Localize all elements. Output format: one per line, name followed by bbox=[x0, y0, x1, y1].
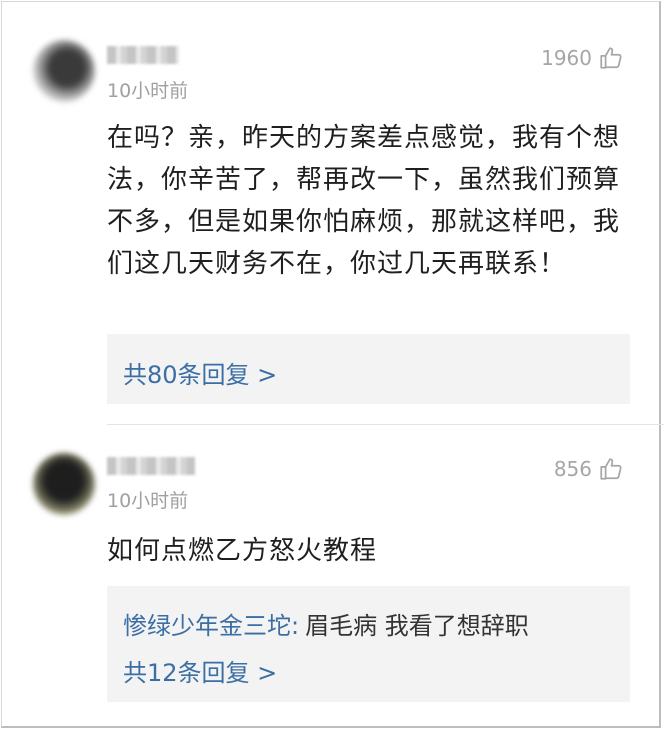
sub-reply-author[interactable]: 惨绿少年金三坨: bbox=[123, 612, 299, 640]
username-blurred[interactable] bbox=[107, 46, 179, 64]
like-count: 856 bbox=[553, 457, 592, 481]
view-replies-link[interactable]: 共12条回复 > bbox=[123, 653, 277, 688]
sub-reply-text: 眉毛病 我看了想辞职 bbox=[305, 612, 529, 640]
timestamp: 10小时前 bbox=[107, 490, 189, 512]
sub-reply[interactable]: 惨绿少年金三坨: 眉毛病 我看了想辞职 bbox=[123, 606, 529, 641]
comment-item: 10小时前 1960 在吗？亲，昨天的方案差点感觉，我有个想法，你辛苦了，帮再改… bbox=[0, 0, 664, 425]
comment-text: 如何点燃乙方怒火教程 bbox=[107, 536, 378, 566]
timestamp: 10小时前 bbox=[107, 80, 189, 102]
like-count: 1960 bbox=[541, 46, 592, 70]
thumbs-up-icon bbox=[600, 458, 622, 480]
avatar[interactable] bbox=[33, 40, 95, 102]
like-button[interactable]: 856 bbox=[554, 456, 624, 482]
username-blurred[interactable] bbox=[107, 457, 195, 475]
reply-box: 共80条回复 > bbox=[107, 334, 630, 404]
like-button[interactable]: 1960 bbox=[541, 45, 624, 71]
comment-text: 在吗？亲，昨天的方案差点感觉，我有个想法，你辛苦了，帮再改一下，虽然我们预算不多… bbox=[107, 123, 621, 279]
avatar[interactable] bbox=[33, 453, 95, 515]
reply-box: 惨绿少年金三坨: 眉毛病 我看了想辞职 共12条回复 > bbox=[107, 586, 630, 702]
thumbs-up-icon bbox=[600, 47, 622, 69]
comment-item: 10小时前 856 如何点燃乙方怒火教程 惨绿少年金三坨: 眉毛病 我看了想辞职 … bbox=[0, 425, 664, 731]
view-replies-link[interactable]: 共80条回复 > bbox=[123, 355, 277, 390]
